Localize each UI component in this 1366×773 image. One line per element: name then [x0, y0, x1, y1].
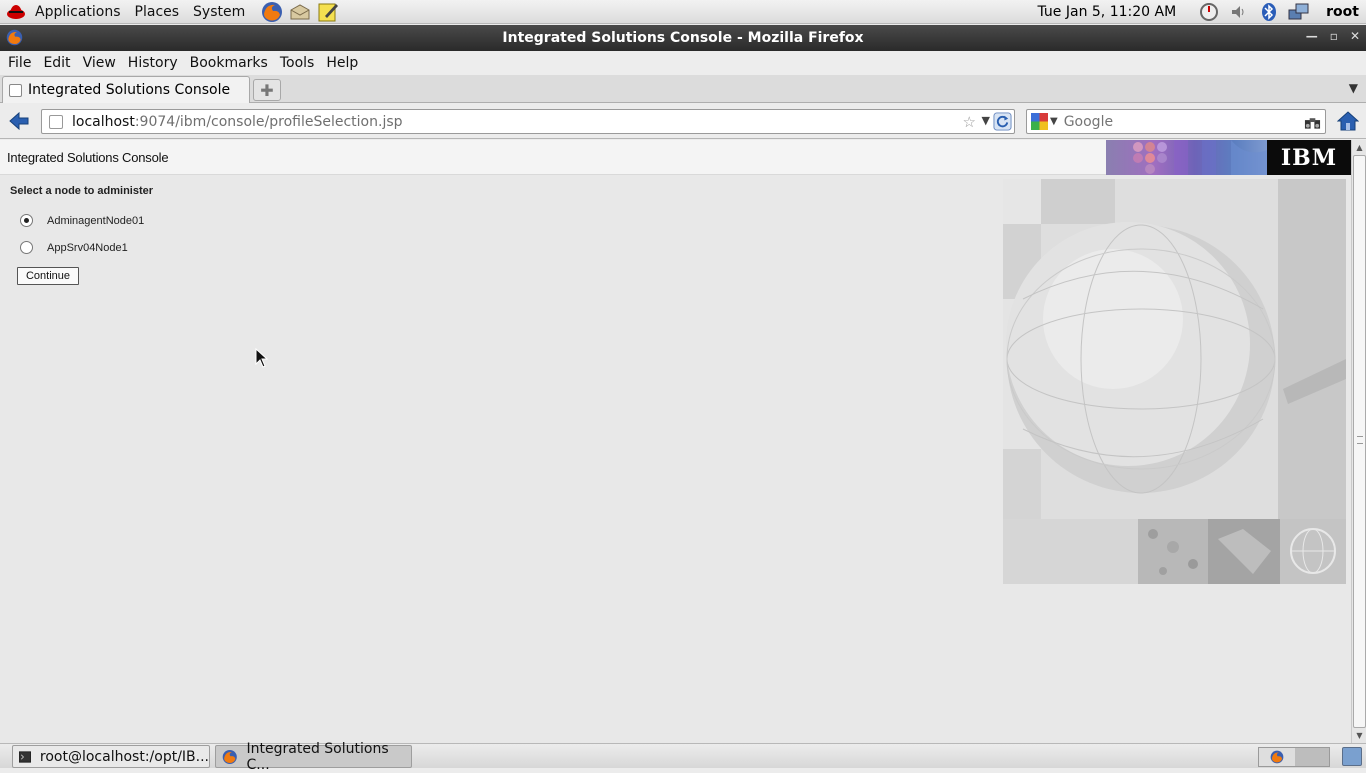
node-selection-prompt: Select a node to administer: [10, 185, 154, 197]
node-radio-adminagentnode01[interactable]: [20, 214, 33, 227]
timer-icon[interactable]: [1198, 1, 1220, 23]
site-identity-icon[interactable]: [49, 114, 63, 129]
back-button[interactable]: [6, 110, 32, 132]
firefox-icon: [222, 749, 237, 764]
mail-launcher-icon[interactable]: [288, 1, 312, 23]
tab-integrated-solutions-console[interactable]: Integrated Solutions Console: [2, 76, 250, 103]
firefox-launcher-icon[interactable]: [260, 1, 284, 23]
scrollbar-thumb[interactable]: [1353, 155, 1366, 728]
banner-title: Integrated Solutions Console: [7, 150, 169, 165]
system-menu[interactable]: System: [186, 0, 252, 24]
notes-launcher-icon[interactable]: [316, 1, 340, 23]
user-menu[interactable]: root: [1326, 4, 1359, 20]
menu-bookmarks[interactable]: Bookmarks: [184, 55, 274, 71]
bookmark-star-icon[interactable]: ☆: [963, 113, 976, 131]
url-path: :9074/ibm/console/profileSelection.jsp: [134, 113, 403, 130]
continue-button[interactable]: Continue: [17, 267, 79, 285]
ibm-logo-text: IBM: [1280, 144, 1338, 171]
new-tab-button[interactable]: ✚: [253, 79, 281, 101]
workspace-1[interactable]: [1259, 748, 1295, 766]
vertical-scrollbar[interactable]: ▲ ▼: [1351, 140, 1366, 743]
reload-icon[interactable]: [993, 112, 1012, 131]
menu-tools[interactable]: Tools: [274, 55, 321, 71]
bottom-panel: root@localhost:/opt/IB... Integrated Sol…: [0, 741, 1366, 773]
globe-decorative-image: [1003, 179, 1346, 584]
workspace-switcher[interactable]: [1258, 747, 1330, 767]
taskbar-firefox[interactable]: Integrated Solutions C...: [215, 741, 412, 773]
node-option-appsrv04node1[interactable]: AppSrv04Node1: [20, 241, 128, 254]
tab-bar: Integrated Solutions Console ✚ ▼: [0, 75, 1366, 103]
minimize-icon[interactable]: —: [1306, 29, 1318, 43]
console-banner: Integrated Solutions Console IBM: [0, 140, 1351, 175]
taskbar-terminal[interactable]: root@localhost:/opt/IB...: [12, 745, 210, 768]
trash-icon[interactable]: [1342, 747, 1362, 766]
banner-graphic: [1106, 140, 1267, 175]
search-bar[interactable]: ▼: [1026, 109, 1326, 134]
menu-bar: File Edit View History Bookmarks Tools H…: [0, 51, 1366, 75]
taskbar-terminal-label: root@localhost:/opt/IB...: [39, 748, 209, 765]
network-icon[interactable]: [1288, 1, 1310, 23]
applications-menu[interactable]: Applications: [28, 0, 128, 24]
places-menu[interactable]: Places: [128, 0, 187, 24]
search-engine-chevron-icon[interactable]: ▼: [1050, 116, 1058, 127]
scrollbar-grip-icon: [1357, 436, 1363, 444]
scroll-down-arrow-icon[interactable]: ▼: [1353, 729, 1366, 742]
firefox-icon: [6, 29, 23, 46]
search-input[interactable]: [1063, 113, 1294, 130]
volume-icon[interactable]: [1228, 1, 1250, 23]
tab-list-chevron-icon[interactable]: ▼: [1349, 81, 1358, 95]
firefox-icon: [1270, 750, 1284, 764]
node-label: AdminagentNode01: [47, 214, 145, 227]
terminal-icon: [19, 750, 31, 763]
back-arrow-icon: [9, 112, 29, 130]
menu-edit[interactable]: Edit: [37, 55, 76, 71]
tab-label: Integrated Solutions Console: [28, 82, 231, 98]
url-host: localhost: [72, 113, 135, 130]
page-favicon-icon: [9, 83, 22, 97]
url-bar[interactable]: localhost:9074/ibm/console/profileSelect…: [41, 109, 1015, 134]
navigation-toolbar: localhost:9074/ibm/console/profileSelect…: [0, 103, 1366, 139]
window-title: Integrated Solutions Console - Mozilla F…: [502, 30, 864, 46]
menu-history[interactable]: History: [122, 55, 184, 71]
url-history-chevron-icon[interactable]: ▼: [982, 114, 990, 127]
mouse-cursor-icon: [255, 348, 269, 368]
redhat-logo-icon[interactable]: [4, 1, 28, 23]
menu-view[interactable]: View: [77, 55, 122, 71]
close-icon[interactable]: ✕: [1350, 29, 1360, 43]
bluetooth-icon[interactable]: [1258, 1, 1280, 23]
menu-help[interactable]: Help: [320, 55, 364, 71]
top-panel: Applications Places System Tue Jan 5, 11…: [0, 0, 1366, 24]
ibm-logo: IBM: [1267, 140, 1351, 175]
node-label: AppSrv04Node1: [47, 241, 128, 254]
menu-file[interactable]: File: [2, 55, 37, 71]
window-titlebar[interactable]: Integrated Solutions Console - Mozilla F…: [0, 25, 1366, 51]
node-radio-appsrv04node1[interactable]: [20, 241, 33, 254]
page-content: Integrated Solutions Console IBM Select …: [0, 140, 1351, 743]
node-option-adminagentnode01[interactable]: AdminagentNode01: [20, 214, 144, 227]
scroll-up-arrow-icon[interactable]: ▲: [1353, 141, 1366, 154]
maximize-icon[interactable]: ▫: [1330, 29, 1338, 43]
google-engine-icon[interactable]: [1031, 113, 1048, 130]
plus-icon: ✚: [260, 80, 274, 100]
search-binoculars-icon[interactable]: [1304, 114, 1321, 130]
home-icon[interactable]: [1337, 110, 1359, 132]
clock[interactable]: Tue Jan 5, 11:20 AM: [1038, 4, 1177, 20]
